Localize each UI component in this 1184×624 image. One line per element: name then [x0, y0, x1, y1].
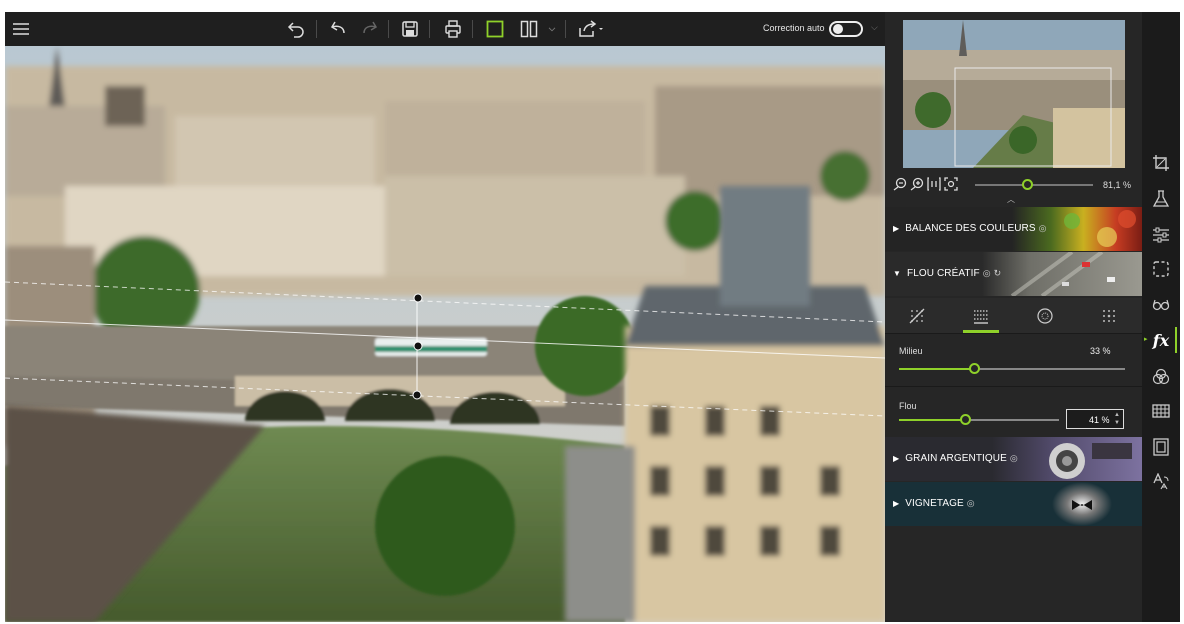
menu-icon[interactable] [9, 17, 33, 41]
actual-size-icon[interactable] [927, 177, 941, 191]
adjustments-icon[interactable] [1150, 224, 1172, 246]
section-label: ▶ BALANCE DES COULEURS ◎ [893, 223, 1047, 234]
expand-arrow-icon: ▶ [893, 499, 900, 508]
fit-screen-icon[interactable] [944, 177, 958, 191]
expand-arrow-icon: ▶ [893, 454, 900, 463]
visibility-eye-icon[interactable]: ◎ [967, 498, 975, 509]
blur-type-tabs [885, 298, 1142, 334]
collapse-arrow-icon: ▼ [893, 269, 902, 278]
toolbar-divider [565, 20, 566, 38]
tab-linear-blur[interactable] [949, 298, 1013, 334]
section-label: ▶ GRAIN ARGENTIQUE ◎ [893, 453, 1018, 464]
zoom-slider-knob[interactable] [1022, 179, 1033, 190]
text-icon[interactable] [1150, 471, 1172, 493]
toolbar-divider [316, 20, 317, 38]
linear-blur-icon [974, 310, 988, 324]
tab-grid-blur[interactable] [1077, 298, 1141, 334]
chevron-down-icon[interactable] [546, 17, 558, 41]
expand-arrow-icon: ▶ [893, 224, 900, 233]
visibility-eye-icon[interactable]: ◎ [1010, 453, 1018, 464]
section-creative-blur[interactable]: ▼ FLOU CRÉATIF ◎ ↻ [885, 252, 1142, 296]
print-icon[interactable] [441, 17, 465, 41]
top-toolbar: Correction auto ⌵ [5, 12, 885, 46]
active-indicator [1175, 327, 1177, 353]
grid-blur-icon [1103, 310, 1115, 322]
visibility-eye-icon[interactable]: ◎ [1039, 223, 1047, 234]
auto-correction-label: Correction auto [763, 23, 825, 33]
zoom-out-icon[interactable] [893, 177, 907, 191]
frame-icon[interactable] [1150, 436, 1172, 458]
zoom-controls: 81,1 % [893, 176, 1135, 194]
paris-tilt-shift-photo [5, 46, 885, 622]
split-view-icon[interactable] [517, 17, 541, 41]
active-marker-icon: ▸ [1144, 336, 1148, 343]
blur-label: Flou [899, 401, 917, 411]
fx-icon[interactable]: ▸ fx [1144, 327, 1177, 353]
save-icon[interactable] [398, 17, 422, 41]
blur-slider-fill [899, 419, 965, 421]
color-wheel-icon[interactable] [1150, 366, 1172, 388]
navigator-thumbnail[interactable] [903, 20, 1125, 168]
flask-icon[interactable] [1150, 188, 1172, 210]
photo-canvas[interactable] [5, 46, 885, 622]
section-film-grain[interactable]: ▶ GRAIN ARGENTIQUE ◎ [885, 437, 1142, 481]
section-label: ▶ VIGNETAGE ◎ [893, 498, 975, 509]
collapse-navigator-icon[interactable]: ︿ [1007, 194, 1015, 205]
visibility-eye-icon[interactable]: ◎ [983, 268, 991, 279]
redo-icon[interactable] [357, 17, 381, 41]
section-color-balance[interactable]: ▶ BALANCE DES COULEURS ◎ [885, 207, 1142, 251]
grid-icon[interactable] [1150, 400, 1172, 422]
adjustments-panel: 81,1 % ︿ ▶ BALANCE DES COULEURS ◎ ▼ FLOU CR… [885, 12, 1142, 622]
blur-slider-knob[interactable] [960, 414, 971, 425]
zoom-value: 81,1 % [1103, 180, 1132, 190]
photo-editor-window: Correction auto ⌵ 81,1 % ︿ ▶ BALANCE DES… [5, 12, 1180, 622]
middle-value: 33 % [1090, 346, 1111, 356]
stepper-arrows-icon[interactable]: ▲ ▼ [1114, 411, 1120, 427]
undo-all-icon[interactable] [284, 17, 308, 41]
creative-blur-banner [982, 252, 1142, 296]
middle-slider-fill [899, 368, 974, 370]
share-icon[interactable] [575, 17, 609, 41]
middle-slider-group: Milieu 33 % [885, 334, 1142, 386]
crop-icon[interactable] [1150, 152, 1172, 174]
undo-icon[interactable] [327, 17, 351, 41]
toggle-knob [833, 24, 843, 34]
single-view-icon[interactable] [483, 17, 507, 41]
radial-blur-icon [1037, 308, 1053, 324]
middle-slider-knob[interactable] [969, 363, 980, 374]
tool-sidebar: ▸ fx [1142, 12, 1180, 622]
selection-icon[interactable] [1150, 258, 1172, 280]
toolbar-divider [388, 20, 389, 38]
vignetting-banner [1022, 482, 1142, 526]
auto-correction-toggle[interactable] [829, 21, 863, 37]
toolbar-divider [429, 20, 430, 38]
section-vignetting[interactable]: ▶ VIGNETAGE ◎ [885, 482, 1142, 526]
tab-radial-blur[interactable] [1013, 298, 1077, 334]
reset-icon[interactable]: ↻ [994, 268, 1002, 279]
chevron-down-icon[interactable]: ⌵ [871, 22, 878, 33]
section-label: ▼ FLOU CRÉATIF ◎ ↻ [893, 268, 1002, 279]
tab-no-blur[interactable] [885, 298, 949, 334]
glasses-icon[interactable] [1150, 293, 1172, 315]
blur-value-field[interactable]: 41 % ▲ ▼ [1066, 409, 1124, 429]
zoom-slider-track[interactable] [975, 184, 1093, 186]
no-blur-icon [909, 308, 925, 324]
middle-label: Milieu [899, 346, 923, 356]
zoom-in-icon[interactable] [910, 177, 924, 191]
toolbar-divider [472, 20, 473, 38]
